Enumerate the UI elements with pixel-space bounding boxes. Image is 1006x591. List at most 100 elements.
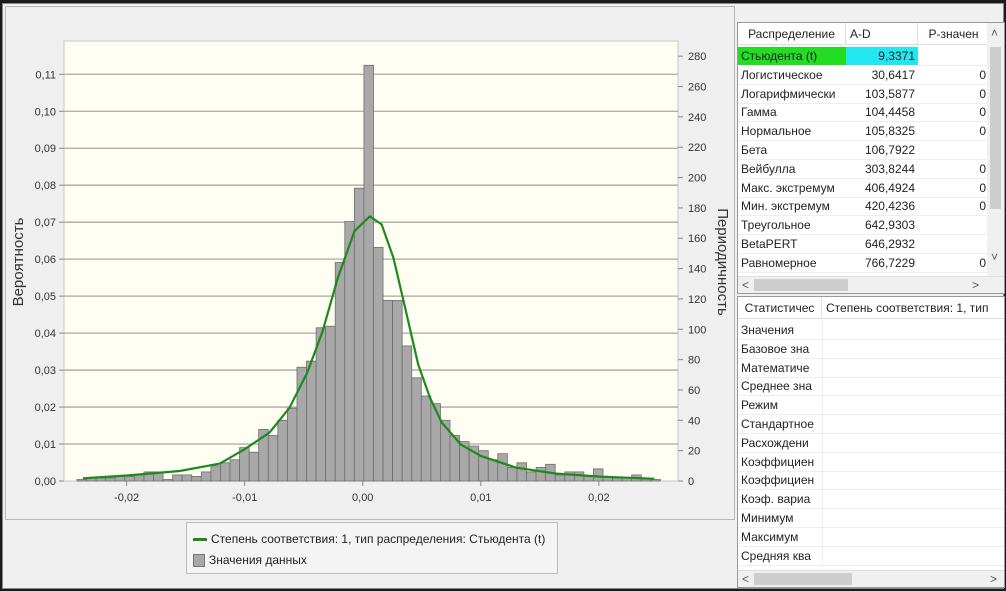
distribution-fit-table: Распределение A-D P-значен Стьюдента (t)… xyxy=(737,22,1005,294)
statistic-row[interactable]: Средняя ква xyxy=(738,546,1004,566)
distribution-row[interactable]: BetaPERT 646,2932 xyxy=(738,235,989,254)
statistic-row[interactable]: Базовое зна xyxy=(738,339,1004,359)
column-header-p-value[interactable]: P-значен xyxy=(918,23,989,44)
statistic-row[interactable]: Расхождени xyxy=(738,433,1004,453)
x-tick-label: 0,00 xyxy=(352,492,373,504)
y-left-tick-label: 0,00 xyxy=(35,476,56,488)
scroll-up-icon[interactable]: ˄ xyxy=(991,25,998,42)
distribution-name: Логистическое xyxy=(741,67,823,82)
statistic-row[interactable]: Коэффициен xyxy=(738,452,1004,472)
histogram-bar xyxy=(306,360,317,482)
statistic-value xyxy=(822,452,1004,471)
scrollbar-thumb[interactable] xyxy=(754,279,848,291)
statistic-name: Значения xyxy=(741,323,795,337)
histogram-bar xyxy=(401,345,413,482)
horizontal-scrollbar[interactable]: < > xyxy=(738,276,1004,293)
distribution-row[interactable]: Стьюдента (t) 9,3371 xyxy=(738,47,989,66)
statistic-row[interactable]: Коэф. вариа xyxy=(738,490,1004,510)
vertical-scrollbar[interactable]: ˄ ˅ xyxy=(987,23,1004,276)
y-left-tick-label: 0,07 xyxy=(35,217,56,229)
statistic-value xyxy=(822,396,1004,415)
scroll-down-icon[interactable]: ˅ xyxy=(991,249,998,266)
histogram-bar xyxy=(181,474,193,482)
statistic-value xyxy=(822,377,1004,396)
ad-value: 106,7922 xyxy=(864,143,915,157)
p-value: 0 xyxy=(979,161,986,176)
statistic-row[interactable]: Минимум xyxy=(738,509,1004,528)
ad-value: 30,6417 xyxy=(871,67,915,82)
distribution-row[interactable]: Бета 106,7922 xyxy=(738,141,989,160)
p-value: 0 xyxy=(979,67,986,82)
histogram-bar xyxy=(535,466,547,482)
ad-value: 642,9303 xyxy=(864,218,915,233)
ad-value: 646,2932 xyxy=(864,237,915,251)
y-right-tick-label: 20 xyxy=(688,446,700,458)
histogram-bar xyxy=(105,477,116,482)
statistic-name: Расхождени xyxy=(741,435,809,450)
distribution-name: Стьюдента (t) xyxy=(738,47,846,65)
histogram-bar xyxy=(124,476,135,482)
y-right-tick-label: 40 xyxy=(688,415,700,427)
statistic-row[interactable]: Режим xyxy=(738,396,1004,416)
statistic-value xyxy=(822,527,1004,546)
legend-item-data: Значения данных xyxy=(193,553,307,567)
p-value: 0 xyxy=(979,124,986,139)
statistic-name: Коэффициен xyxy=(741,473,815,488)
histogram-bar xyxy=(392,300,403,482)
histogram-bar xyxy=(248,451,260,482)
distribution-row[interactable]: Вейбулла 303,8244 0 xyxy=(738,160,989,179)
distribution-name: Треугольное xyxy=(741,218,811,233)
statistic-row[interactable]: Коэффициен xyxy=(738,471,1004,491)
distribution-name: Гамма xyxy=(741,105,777,120)
statistic-row[interactable]: Среднее зна xyxy=(738,377,1004,397)
scrollbar-thumb[interactable] xyxy=(754,573,852,585)
statistic-name: Базовое зна xyxy=(741,341,810,356)
distribution-row[interactable]: Равномерное 766,7229 0 xyxy=(738,254,989,273)
column-header-ad[interactable]: A-D xyxy=(846,23,918,44)
histogram-bar xyxy=(133,474,145,482)
distribution-row[interactable]: Логистическое 30,6417 0 xyxy=(738,66,989,85)
histogram-bar xyxy=(382,300,394,482)
distribution-row[interactable]: Нормальное 105,8325 0 xyxy=(738,122,989,142)
statistic-row[interactable]: Значения xyxy=(738,321,1004,340)
ad-value: 9,3371 xyxy=(846,47,918,65)
statistic-row[interactable]: Максимум xyxy=(738,527,1004,547)
column-header-fit[interactable]: Степень соответствия: 1, тип xyxy=(822,297,1004,318)
distribution-row[interactable]: Треугольное 642,9303 xyxy=(738,216,989,236)
y-left-tick-label: 0,06 xyxy=(35,254,56,266)
distribution-row[interactable]: Гамма 104,4458 0 xyxy=(738,103,989,123)
statistic-row[interactable]: Стандартное xyxy=(738,415,1004,434)
x-tick-label: -0,02 xyxy=(114,492,139,504)
y-right-tick-label: 140 xyxy=(688,264,706,276)
scrollbar-thumb[interactable] xyxy=(990,47,1001,209)
ad-value: 303,8244 xyxy=(864,161,915,176)
ad-value: 103,5877 xyxy=(864,86,915,101)
distribution-row[interactable]: Макс. экстремум 406,4924 0 xyxy=(738,179,989,198)
distribution-name: BetaPERT xyxy=(741,237,798,251)
legend-fit-label: Степень соответствия: 1, тип распределен… xyxy=(211,532,546,546)
statistic-row[interactable]: Математиче xyxy=(738,358,1004,378)
scroll-right-icon[interactable]: > xyxy=(972,277,979,293)
histogram-bar xyxy=(593,468,604,482)
y-right-tick-label: 260 xyxy=(688,82,706,94)
p-value: 0 xyxy=(979,180,986,195)
column-header-statistic[interactable]: Статистичес xyxy=(738,297,822,318)
y-right-tick-label: 0 xyxy=(688,476,694,488)
histogram-bar xyxy=(373,246,384,482)
distribution-row[interactable]: Логарифмически 103,5877 0 xyxy=(738,85,989,104)
y-left-tick-label: 0,03 xyxy=(35,365,56,377)
statistic-name: Максимум xyxy=(741,529,799,544)
histogram-bar xyxy=(516,462,527,482)
scroll-right-icon[interactable]: > xyxy=(990,571,997,587)
distribution-row[interactable]: Мин. экстремум 420,4236 0 xyxy=(738,197,989,217)
statistic-value xyxy=(822,415,1004,433)
histogram-bar xyxy=(363,64,374,482)
histogram-bar xyxy=(191,476,202,482)
scroll-left-icon[interactable]: < xyxy=(742,571,749,587)
scroll-left-icon[interactable]: < xyxy=(742,277,749,293)
statistic-name: Стандартное xyxy=(741,417,814,431)
horizontal-scrollbar[interactable]: < > xyxy=(738,570,1004,587)
column-header-distribution[interactable]: Распределение xyxy=(738,23,846,44)
histogram-bar xyxy=(200,471,212,482)
ad-value: 406,4924 xyxy=(864,180,915,195)
